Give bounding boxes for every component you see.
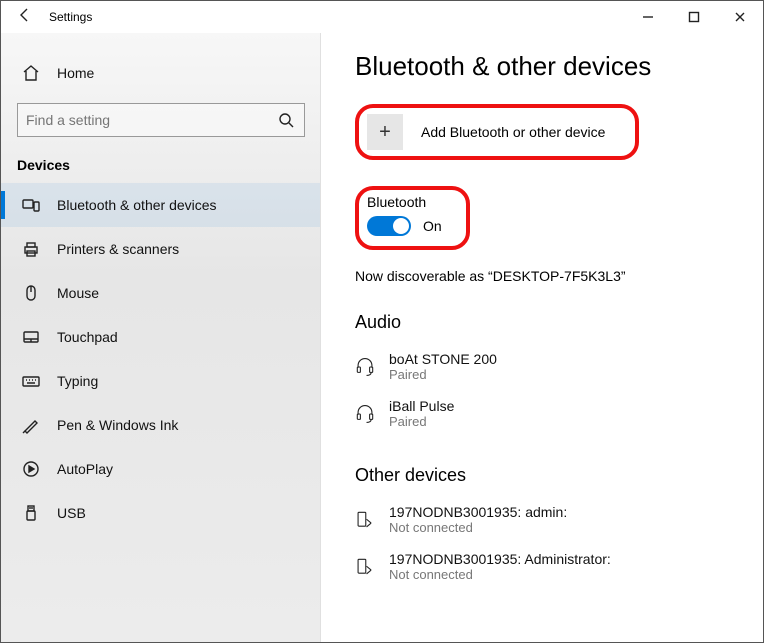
window-title: Settings [49,10,625,24]
annotation-add-device: + Add Bluetooth or other device [355,104,639,160]
sidebar-item-bluetooth[interactable]: Bluetooth & other devices [1,183,321,227]
other-device-row[interactable]: 197NODNB3001935: admin: Not connected [355,496,743,543]
back-button[interactable] [1,7,49,28]
sidebar-item-autoplay[interactable]: AutoPlay [1,447,321,491]
touchpad-icon [21,327,41,347]
titlebar: Settings [1,1,763,33]
home-icon [21,63,41,83]
close-button[interactable] [717,1,763,33]
search-icon [276,110,296,130]
mouse-icon [21,283,41,303]
sidebar-item-printers[interactable]: Printers & scanners [1,227,321,271]
nav-label: Bluetooth & other devices [57,197,217,213]
minimize-button[interactable] [625,1,671,33]
maximize-button[interactable] [671,1,717,33]
pen-icon [21,415,41,435]
sidebar-item-usb[interactable]: USB [1,491,321,535]
phone-link-icon [355,557,375,577]
sidebar-item-mouse[interactable]: Mouse [1,271,321,315]
nav-label: Pen & Windows Ink [57,417,178,433]
main-panel: Bluetooth & other devices + Add Bluetoot… [321,33,763,642]
autoplay-icon [21,459,41,479]
sidebar-item-pen[interactable]: Pen & Windows Ink [1,403,321,447]
bluetooth-toggle[interactable] [367,216,411,236]
sidebar-item-touchpad[interactable]: Touchpad [1,315,321,359]
devices-icon [21,195,41,215]
device-status: Paired [389,367,497,382]
home-nav[interactable]: Home [1,51,321,95]
keyboard-icon [21,371,41,391]
headset-icon [355,357,375,377]
add-device-label: Add Bluetooth or other device [421,124,605,140]
audio-header: Audio [355,312,743,333]
device-name: 197NODNB3001935: admin: [389,504,567,520]
nav-label: Typing [57,373,98,389]
annotation-bluetooth-toggle: Bluetooth On [355,186,470,250]
page-title: Bluetooth & other devices [355,51,743,82]
nav-label: AutoPlay [57,461,113,477]
device-name: boAt STONE 200 [389,351,497,367]
nav-label: Touchpad [57,329,118,345]
bluetooth-label: Bluetooth [367,194,442,210]
home-label: Home [57,65,94,81]
search-field[interactable] [26,112,276,128]
search-input[interactable] [17,103,305,137]
device-name: iBall Pulse [389,398,454,414]
device-status: Paired [389,414,454,429]
device-status: Not connected [389,520,567,535]
other-device-row[interactable]: 197NODNB3001935: Administrator: Not conn… [355,543,743,590]
nav-label: USB [57,505,86,521]
other-devices-header: Other devices [355,465,743,486]
bluetooth-state: On [423,218,442,234]
audio-device-row[interactable]: boAt STONE 200 Paired [355,343,743,390]
usb-icon [21,503,41,523]
phone-link-icon [355,510,375,530]
headset-icon [355,404,375,424]
sidebar-item-typing[interactable]: Typing [1,359,321,403]
settings-window: Settings Home Device [0,0,764,643]
device-name: 197NODNB3001935: Administrator: [389,551,611,567]
add-device-button[interactable]: + Add Bluetooth or other device [367,114,627,150]
sidebar: Home Devices Bluetooth & other devices P… [1,33,321,642]
discoverable-text: Now discoverable as “DESKTOP-7F5K3L3” [355,268,743,284]
device-status: Not connected [389,567,611,582]
nav-label: Mouse [57,285,99,301]
sidebar-group-header: Devices [1,143,321,183]
nav-label: Printers & scanners [57,241,179,257]
printer-icon [21,239,41,259]
audio-device-row[interactable]: iBall Pulse Paired [355,390,743,437]
plus-icon: + [367,114,403,150]
